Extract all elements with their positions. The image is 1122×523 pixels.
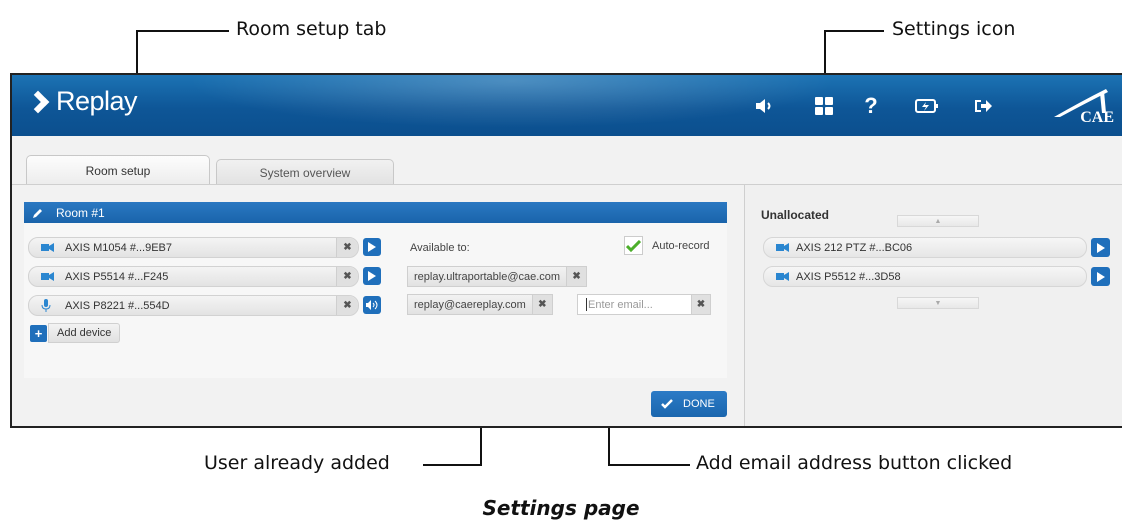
device-row[interactable]: AXIS P5514 #...F245 ✖ <box>28 266 359 287</box>
device-name: AXIS P8221 #...554D <box>65 299 170 312</box>
play-icon[interactable] <box>1091 267 1110 286</box>
device-name: AXIS P5514 #...F245 <box>65 270 169 283</box>
settings-icon[interactable] <box>811 93 837 119</box>
play-icon[interactable] <box>363 238 381 256</box>
done-label: DONE <box>683 398 715 410</box>
speaker-icon[interactable] <box>363 296 381 314</box>
unallocated-device-row[interactable]: AXIS 212 PTZ #...BC06 <box>763 237 1087 258</box>
device-row[interactable]: AXIS P8221 #...554D ✖ <box>28 295 359 316</box>
user-chip: replay.ultraportable@cae.com ✖ <box>407 266 588 287</box>
device-name: AXIS M1054 #...9EB7 <box>65 241 173 254</box>
auto-record-toggle[interactable]: Auto-record <box>624 236 709 255</box>
camera-icon <box>41 272 61 281</box>
callout-line <box>824 30 884 32</box>
header-decoration <box>132 75 892 136</box>
user-email: replay.ultraportable@cae.com <box>414 270 561 283</box>
callout-line <box>608 464 690 466</box>
help-icon[interactable]: ? <box>858 93 884 119</box>
plus-icon: + <box>30 324 47 342</box>
replay-app-window: Replay ? CAE Room setup System overview <box>10 73 1122 428</box>
done-button[interactable]: DONE <box>651 391 727 417</box>
unallocated-panel: Unallocated ▲ AXIS 212 PTZ #...BC06 AXIS… <box>744 185 1122 426</box>
callout-room-setup-tab: Room setup tab <box>236 18 387 40</box>
app-header: Replay ? CAE <box>12 75 1122 136</box>
chevron-right-icon <box>26 90 50 113</box>
callout-line <box>423 464 482 466</box>
camera-icon <box>776 272 796 281</box>
tab-bar: Room setup System overview <box>26 155 394 185</box>
user-chip: replay@caereplay.com ✖ <box>407 294 553 315</box>
remove-device-button[interactable]: ✖ <box>336 238 358 257</box>
callout-line <box>136 30 229 32</box>
available-to-label: Available to: <box>410 242 470 254</box>
text-cursor <box>586 298 587 311</box>
callout-user-already-added: User already added <box>204 452 390 474</box>
unallocated-device-row[interactable]: AXIS P5512 #...3D58 <box>763 266 1087 287</box>
scroll-down-button[interactable]: ▼ <box>897 297 979 309</box>
cae-logo: CAE <box>1050 87 1114 129</box>
email-placeholder: Enter email... <box>588 298 653 311</box>
add-device-label: Add device <box>48 323 121 343</box>
microphone-icon <box>41 299 61 312</box>
figure-caption: Settings page <box>482 496 640 520</box>
checkmark-icon <box>661 399 673 409</box>
remove-user-button[interactable]: ✖ <box>531 295 552 314</box>
remove-device-button[interactable]: ✖ <box>336 267 358 286</box>
speaker-icon[interactable] <box>751 93 777 119</box>
replay-logo: Replay <box>26 86 138 117</box>
tab-room-setup[interactable]: Room setup <box>26 155 210 185</box>
remove-device-button[interactable]: ✖ <box>336 296 358 315</box>
device-name: AXIS P5512 #...3D58 <box>796 270 901 283</box>
camera-icon <box>776 243 796 252</box>
device-row[interactable]: AXIS M1054 #...9EB7 ✖ <box>28 237 359 258</box>
scroll-up-button[interactable]: ▲ <box>897 215 979 227</box>
unallocated-title: Unallocated <box>761 208 830 222</box>
tab-system-overview[interactable]: System overview <box>216 159 394 185</box>
room-panel: Room #1 AXIS M1054 #...9EB7 ✖ AXIS P5514… <box>24 202 727 417</box>
auto-record-checkbox[interactable] <box>624 236 643 255</box>
callout-settings-icon: Settings icon <box>892 18 1016 40</box>
pencil-icon[interactable] <box>32 207 44 219</box>
logout-icon[interactable] <box>970 93 996 119</box>
callout-add-email-clicked: Add email address button clicked <box>696 452 1013 474</box>
cancel-email-button[interactable]: ✖ <box>691 294 711 315</box>
battery-icon[interactable] <box>914 93 940 119</box>
add-device-button[interactable]: + Add device <box>30 323 121 343</box>
remove-user-button[interactable]: ✖ <box>566 267 587 286</box>
device-name: AXIS 212 PTZ #...BC06 <box>796 241 913 254</box>
room-title: Room #1 <box>56 205 105 220</box>
auto-record-label: Auto-record <box>652 239 710 252</box>
play-icon[interactable] <box>1091 238 1110 257</box>
cae-logo-text: CAE <box>1080 109 1114 126</box>
user-email: replay@caereplay.com <box>414 298 526 311</box>
room-header: Room #1 <box>24 202 727 223</box>
camera-icon <box>41 243 61 252</box>
play-icon[interactable] <box>363 267 381 285</box>
app-name: Replay <box>56 86 138 116</box>
